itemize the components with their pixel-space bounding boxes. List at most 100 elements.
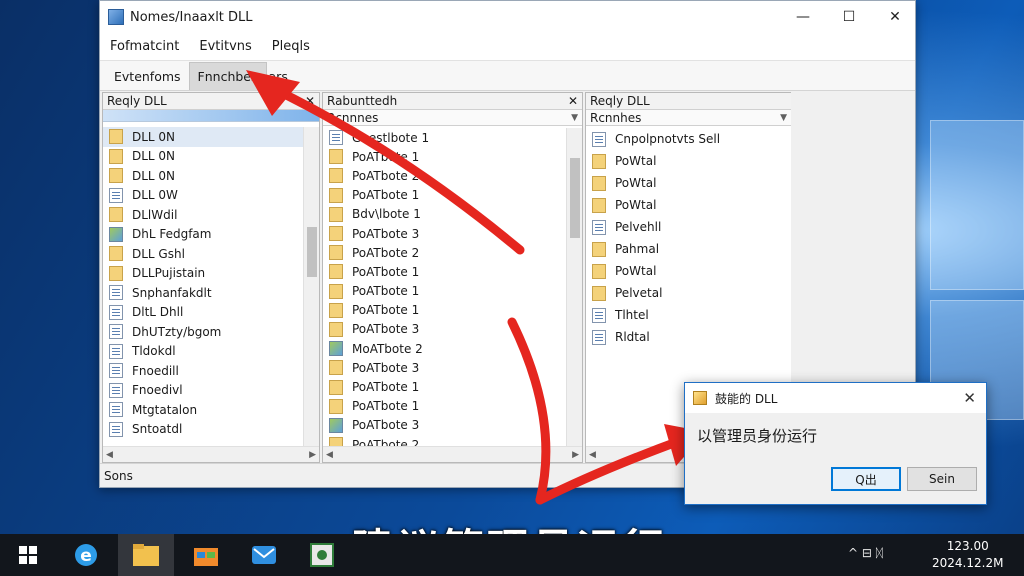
close-button[interactable]: ✕ (872, 1, 918, 33)
list-item[interactable]: PoWtal (586, 172, 791, 194)
list-item[interactable]: PoATbote 3 (323, 320, 566, 339)
list-item[interactable]: PoATbote 3 (323, 416, 566, 435)
folder-icon (329, 437, 343, 446)
middle-vertical-scrollbar[interactable] (566, 128, 582, 446)
list-item[interactable]: DLL 0N (103, 147, 303, 167)
list-item-label: PoATbote 2 (352, 168, 420, 183)
list-item[interactable]: PoATbote 2 (323, 435, 566, 446)
menu-item-edit[interactable]: Evtitvns (199, 39, 251, 54)
middle-horizontal-scrollbar[interactable]: ◀ ▶ (323, 446, 582, 462)
left-scroll-thumb[interactable] (307, 227, 317, 277)
scroll-left-arrow-icon[interactable]: ◀ (106, 450, 113, 460)
list-item-label: Pelvetal (615, 286, 663, 300)
list-item[interactable]: Mtgtatalon (103, 400, 303, 420)
taskbar-app[interactable] (294, 534, 350, 576)
list-item-label: PoATbote 3 (352, 360, 420, 375)
list-item-label: PoATbote 1 (352, 188, 420, 203)
list-item[interactable]: PoATbote 1 (323, 377, 566, 396)
list-item[interactable]: Fnoedivl (103, 381, 303, 401)
taskbar-file-explorer[interactable] (118, 534, 174, 576)
dialog-cancel-button[interactable]: Sein (907, 467, 977, 491)
list-item[interactable]: DLLPujistain (103, 264, 303, 284)
taskbar-store[interactable] (178, 534, 234, 576)
list-item[interactable]: DLL 0W (103, 186, 303, 206)
chevron-down-icon[interactable]: ▼ (571, 113, 578, 123)
middle-scroll-thumb[interactable] (570, 158, 580, 238)
scroll-right-arrow-icon[interactable]: ▶ (572, 450, 579, 460)
left-panel-close-icon[interactable]: ✕ (305, 94, 315, 108)
list-item-label: DLL 0N (132, 168, 176, 183)
list-item[interactable]: PoATbote 3 (323, 224, 566, 243)
list-item[interactable]: DhL Fedgfam (103, 225, 303, 245)
scroll-right-arrow-icon[interactable]: ▶ (309, 450, 316, 460)
list-item-label: Sntoatdl (132, 422, 183, 437)
list-item[interactable]: Cnpolpnotvts Sell (586, 128, 791, 150)
list-item[interactable]: Rldtal (586, 326, 791, 348)
middle-panel-dropdown[interactable]: Rcnnnes ▼ (323, 110, 582, 126)
dialog-close-button[interactable]: ✕ (963, 389, 976, 407)
list-item[interactable]: Snphanfakdlt (103, 283, 303, 303)
menu-item-fields[interactable]: Pleqls (272, 39, 310, 54)
list-item[interactable]: PoATbote 1 (323, 147, 566, 166)
middle-panel-header: Rabunttedh ✕ (323, 93, 582, 110)
tab-events[interactable]: Evtenfoms (106, 62, 189, 90)
list-item[interactable]: Fnoedill (103, 361, 303, 381)
list-item[interactable]: PoWtal (586, 194, 791, 216)
chevron-down-icon[interactable]: ▼ (780, 113, 787, 123)
dialog-ok-button[interactable]: Q出 (831, 467, 901, 491)
list-item[interactable]: PoWtal (586, 150, 791, 172)
taskbar-clock[interactable]: 123.00 2024.12.2M (932, 538, 1003, 572)
list-item[interactable]: PoATbote 1 (323, 186, 566, 205)
middle-panel-close-icon[interactable]: ✕ (568, 94, 578, 108)
dialog-message: 以管理员身份运行 (697, 427, 818, 445)
list-item[interactable]: MoATbote 2 (323, 339, 566, 358)
list-item[interactable]: Gbestlbote 1 (323, 128, 566, 147)
system-tray-icons[interactable]: ^ ⊟ ᛞ (848, 546, 883, 560)
list-item[interactable]: DLL 0N (103, 127, 303, 147)
list-item[interactable]: PoATbote 2 (323, 243, 566, 262)
folder-icon (109, 246, 123, 262)
list-item[interactable]: PoWtal (586, 260, 791, 282)
list-item[interactable]: PoATbote 1 (323, 262, 566, 281)
folder-icon (109, 129, 123, 145)
tab-other[interactable]: ars (261, 62, 296, 90)
folder-icon (592, 241, 606, 257)
list-item[interactable]: Pelvehll (586, 216, 791, 238)
list-item[interactable]: PoATbote 1 (323, 397, 566, 416)
titlebar[interactable]: Nomes/Inaaxlt DLL — ☐ ✕ (100, 1, 915, 33)
list-item[interactable]: PoATbote 3 (323, 358, 566, 377)
start-button[interactable] (0, 534, 56, 576)
dialog-titlebar[interactable]: 鼓能的 DLL ✕ (685, 383, 986, 413)
list-item-label: PoATbote 2 (352, 437, 420, 446)
taskbar-mail[interactable] (236, 534, 292, 576)
left-horizontal-scrollbar[interactable]: ◀ ▶ (103, 446, 319, 462)
list-item[interactable]: Pelvetal (586, 282, 791, 304)
list-item[interactable]: DLL 0N (103, 166, 303, 186)
store-bag-icon (194, 548, 218, 566)
list-item[interactable]: Sntoatdl (103, 420, 303, 440)
list-item[interactable]: Pahmal (586, 238, 791, 260)
list-item[interactable]: Bdv\lbote 1 (323, 205, 566, 224)
list-item-label: DhUTzty/bgom (132, 324, 222, 339)
tab-functions[interactable]: Fnnchbes (188, 62, 267, 90)
list-item[interactable]: DltL Dhll (103, 303, 303, 323)
list-item[interactable]: PoATbote 2 (323, 166, 566, 185)
minimize-button[interactable]: — (780, 1, 826, 33)
list-item[interactable]: PoATbote 1 (323, 282, 566, 301)
list-item[interactable]: Tldokdl (103, 342, 303, 362)
taskbar-browser[interactable]: e (58, 534, 114, 576)
scroll-left-arrow-icon[interactable]: ◀ (326, 450, 333, 460)
list-item[interactable]: DLlWdil (103, 205, 303, 225)
list-item[interactable]: DhUTzty/bgom (103, 322, 303, 342)
menu-item-format[interactable]: Fofmatcint (110, 39, 179, 54)
list-item[interactable]: Tlhtel (586, 304, 791, 326)
list-item[interactable]: PoATbote 1 (323, 301, 566, 320)
dialog-title: 鼓能的 DLL (715, 391, 778, 406)
right-panel-dropdown[interactable]: Rcnnhes ▼ (586, 110, 791, 126)
scroll-left-arrow-icon[interactable]: ◀ (589, 450, 596, 460)
clock-time: 123.00 (946, 539, 989, 553)
maximize-button[interactable]: ☐ (826, 1, 872, 33)
folder-icon (329, 360, 343, 376)
left-vertical-scrollbar[interactable] (303, 127, 319, 446)
list-item[interactable]: DLL Gshl (103, 244, 303, 264)
